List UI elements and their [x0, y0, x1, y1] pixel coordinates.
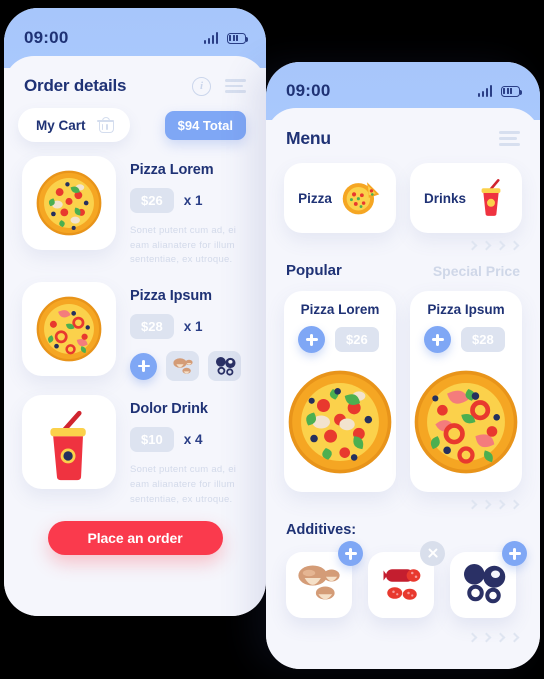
page-title: Order details [24, 76, 127, 95]
place-order-button[interactable]: Place an order [47, 521, 223, 556]
product-card[interactable]: Pizza Lorem $26 [284, 291, 396, 492]
my-cart-button[interactable]: My Cart [18, 108, 130, 142]
product-name: Pizza Ipsum [427, 302, 505, 317]
info-icon[interactable]: i [192, 76, 211, 96]
order-item-qty: x 4 [183, 432, 203, 448]
product-row: Pizza Lorem $26 Pizza Ipsum $28 [266, 279, 540, 492]
order-details-header: Order details i [4, 56, 266, 96]
pizza-pepper-icon [410, 363, 522, 486]
mushroom-icon[interactable] [166, 351, 199, 382]
category-card-drinks[interactable]: Drinks [410, 163, 522, 233]
menu-sheet: Menu Pizza Drinks Popular Special Price … [266, 108, 540, 669]
order-item-qty: x 1 [183, 193, 203, 208]
popular-section-header: Popular Special Price [266, 249, 540, 279]
additive-card-salami[interactable] [368, 541, 445, 618]
order-details-phone: 09:00 Order details i My Cart $94 Total … [4, 8, 266, 616]
order-item-price: $28 [130, 314, 174, 340]
pizza-pepper-icon [22, 282, 116, 377]
screenshot-stage: 09:00 Order details i My Cart $94 Total … [0, 0, 544, 679]
plus-icon[interactable] [338, 541, 363, 566]
olive-icon [458, 560, 508, 611]
product-price: $28 [461, 327, 505, 352]
menu-phone: 09:00 Menu Pizza Drinks Popular Special … [266, 62, 540, 669]
order-item-price-row: $10 x 4 [130, 427, 248, 453]
soda-cup-icon [22, 395, 116, 490]
order-item-body: Dolor Drink $10 x 4 Sonet putent cum ad,… [130, 395, 248, 507]
section-title: Popular [286, 262, 342, 279]
hamburger-menu-icon[interactable] [225, 78, 246, 94]
olive-icon[interactable] [208, 351, 241, 382]
status-time: 09:00 [286, 81, 331, 100]
category-label: Pizza [298, 190, 332, 206]
mushroom-icon [294, 560, 344, 611]
chevron-right-icon [266, 233, 540, 251]
shopping-basket-icon [96, 117, 114, 134]
additives-row [266, 538, 540, 618]
category-card-pizza[interactable]: Pizza [284, 163, 396, 233]
status-icons [477, 85, 523, 97]
product-meta: $28 [410, 317, 522, 353]
cart-total-badge: $94 Total [164, 110, 246, 140]
additive-card-olive[interactable] [450, 541, 527, 618]
order-item-description: Sonet putent cum ad, ei eam alianatere f… [130, 464, 237, 505]
order-item[interactable]: Pizza Ipsum $28 x 1 [4, 282, 266, 382]
my-cart-label: My Cart [36, 117, 86, 133]
add-to-cart-button[interactable] [424, 326, 451, 353]
order-item-description: Sonet putent cum ad, ei eam alianatere f… [130, 225, 237, 266]
cart-summary-row: My Cart $94 Total [4, 96, 266, 142]
plus-icon[interactable] [502, 541, 527, 566]
order-item-name: Pizza Ipsum [130, 288, 212, 305]
add-to-cart-button[interactable] [298, 326, 325, 353]
product-price: $26 [335, 327, 379, 352]
product-meta: $26 [284, 317, 396, 353]
additive-card-mushroom[interactable] [286, 541, 363, 618]
category-label: Drinks [423, 190, 467, 206]
status-time: 09:00 [24, 28, 69, 47]
battery-icon [227, 32, 249, 44]
add-addon-button[interactable] [130, 352, 157, 380]
order-item-price: $10 [130, 427, 174, 453]
close-icon[interactable] [420, 541, 445, 566]
order-item-qty: x 1 [183, 319, 203, 335]
chevron-right-icon [266, 618, 540, 643]
product-name: Pizza Lorem [300, 302, 380, 317]
salami-icon [376, 560, 426, 611]
chevron-right-icon [266, 492, 540, 510]
pizza-veggie-icon [284, 363, 396, 486]
section-alt-title[interactable]: Special Price [433, 263, 520, 279]
product-card[interactable]: Pizza Ipsum $28 [410, 291, 522, 492]
order-item-body: Pizza Lorem $26 x 1 Sonet putent cum ad,… [130, 156, 248, 268]
battery-icon [501, 85, 523, 97]
hamburger-menu-icon[interactable] [499, 131, 520, 146]
order-item-price-row: $26 x 1 [130, 188, 248, 213]
order-item-addons [130, 351, 248, 382]
pizza-slice-icon [340, 177, 382, 220]
status-icons [203, 32, 249, 44]
order-item[interactable]: Pizza Lorem $26 x 1 Sonet putent cum ad,… [4, 156, 266, 268]
menu-header: Menu [266, 108, 540, 149]
header-actions: i [192, 76, 246, 96]
soda-cup-icon [474, 176, 508, 221]
order-item-price-row: $28 x 1 [130, 314, 248, 340]
order-item-name: Pizza Lorem [130, 162, 214, 178]
pizza-veggie-icon [22, 156, 116, 250]
additives-title: Additives: [286, 522, 357, 538]
order-item-name: Dolor Drink [130, 401, 208, 418]
signal-bars-icon [203, 32, 218, 44]
order-item-price: $26 [130, 188, 174, 213]
page-title: Menu [286, 128, 331, 148]
order-item-body: Pizza Ipsum $28 x 1 [130, 282, 248, 382]
signal-bars-icon [477, 85, 492, 97]
order-items-list: Pizza Lorem $26 x 1 Sonet putent cum ad,… [4, 142, 266, 507]
category-row: Pizza Drinks [266, 149, 540, 233]
order-item[interactable]: Dolor Drink $10 x 4 Sonet putent cum ad,… [4, 395, 266, 507]
order-details-sheet: Order details i My Cart $94 Total Pizza … [4, 56, 266, 616]
